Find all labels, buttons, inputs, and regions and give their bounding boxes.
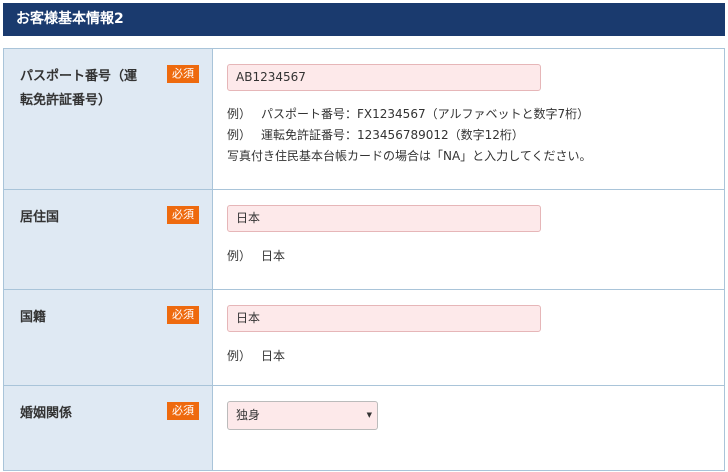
passport-label-cell: パスポート番号（運転免許証番号） 必須 [4,49,213,189]
section-title: お客様基本情報2 [3,3,725,36]
example-prefix: 例） [227,128,252,142]
passport-note: 写真付き住民基本台帳カードの場合は「NA」と入力してください。 [227,149,592,163]
example-prefix: 例） [227,349,252,363]
marital-input-cell: 独身 ▼ [213,386,724,470]
residence-row: 居住国 必須 日本 例） 日本 [4,190,724,290]
residence-example: 例） 日本 [227,246,724,267]
nationality-example: 例） 日本 [227,346,724,367]
passport-label: パスポート番号（運転免許証番号） [20,69,138,108]
nationality-input-cell: 日本 例） 日本 [213,290,724,385]
example-text: パスポート番号：FX1234567（アルファベットと数字7桁） [261,107,590,121]
example-text: 日本 [261,349,286,363]
nationality-label-cell: 国籍 必須 [4,290,213,385]
passport-row: パスポート番号（運転免許証番号） 必須 AB1234567 例） パスポート番号：… [4,49,724,190]
passport-example-2: 例） 運転免許証番号：123456789012（数字12桁） [227,125,724,146]
marital-status-select[interactable]: 独身 ▼ [227,401,378,430]
example-prefix: 例） [227,249,252,263]
example-text: 運転免許証番号：123456789012（数字12桁） [261,128,524,142]
required-badge: 必須 [167,402,199,420]
residence-label-cell: 居住国 必須 [4,190,213,289]
marital-label-cell: 婚姻関係 必須 [4,386,213,470]
residence-country-input[interactable]: 日本 [227,205,541,232]
passport-number-input[interactable]: AB1234567 [227,64,541,91]
passport-input-cell: AB1234567 例） パスポート番号：FX1234567（アルファベットと数字… [213,49,724,189]
form-table: パスポート番号（運転免許証番号） 必須 AB1234567 例） パスポート番号：… [3,48,725,471]
marital-label: 婚姻関係 [20,406,73,421]
nationality-row: 国籍 必須 日本 例） 日本 [4,290,724,386]
dropdown-arrow-icon: ▼ [366,411,372,419]
example-text: 日本 [261,249,286,263]
marital-selected-value: 独身 [236,408,261,422]
residence-input-cell: 日本 例） 日本 [213,190,724,289]
nationality-label: 国籍 [20,310,47,325]
residence-label: 居住国 [20,210,60,225]
nationality-input[interactable]: 日本 [227,305,541,332]
example-prefix: 例） [227,107,252,121]
required-badge: 必須 [167,65,199,83]
required-badge: 必須 [167,306,199,324]
marital-row: 婚姻関係 必須 独身 ▼ [4,386,724,471]
passport-help: 例） パスポート番号：FX1234567（アルファベットと数字7桁） 例） 運転免許… [227,104,724,167]
required-badge: 必須 [167,206,199,224]
passport-example-1: 例） パスポート番号：FX1234567（アルファベットと数字7桁） [227,104,724,125]
